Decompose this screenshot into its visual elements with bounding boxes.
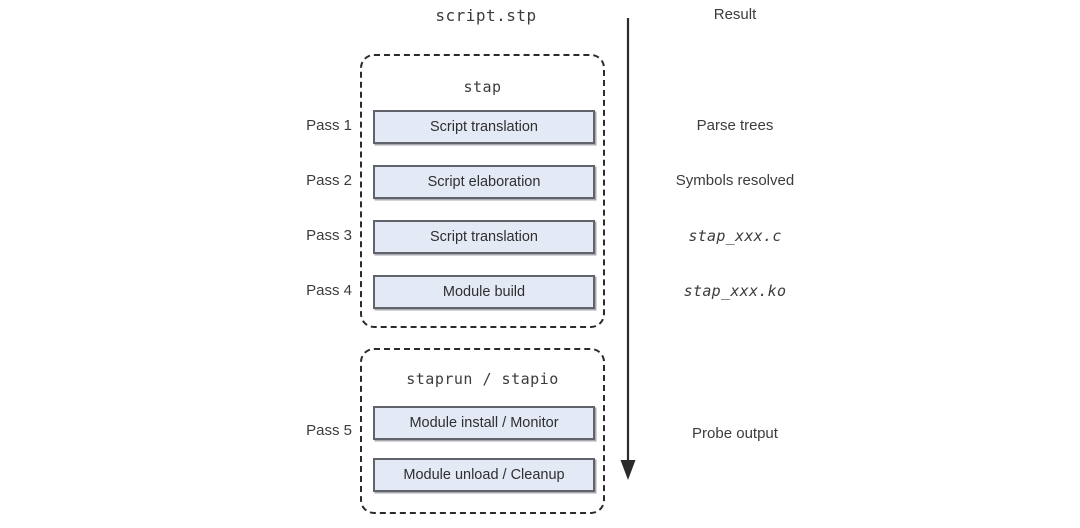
- stage-box-module-build[interactable]: Module build: [373, 275, 595, 309]
- diagram-canvas: script.stp Result stap staprun / stapio …: [0, 0, 1080, 528]
- result-column-title: Result: [713, 6, 757, 23]
- stage-box-module-unload-cleanup[interactable]: Module unload / Cleanup: [373, 458, 595, 492]
- downward-flow-arrow: [620, 18, 636, 480]
- result-label-1: Parse trees: [696, 117, 774, 134]
- stage-box-script-elaboration[interactable]: Script elaboration: [373, 165, 595, 199]
- pass-label-2-wrap: Pass 2: [230, 172, 352, 192]
- result-label-2: Symbols resolved: [675, 172, 795, 189]
- result-label-4: stap_xxx.ko: [683, 282, 787, 300]
- pass-label-4: Pass 4: [306, 282, 352, 299]
- stage-box-module-install-monitor[interactable]: Module install / Monitor: [373, 406, 595, 440]
- pass-label-5: Pass 5: [306, 422, 352, 439]
- pass-label-3: Pass 3: [306, 227, 352, 244]
- group-staprun-label: staprun / stapio: [406, 370, 559, 388]
- group-stap-label: stap: [463, 78, 502, 96]
- pass-label-1: Pass 1: [306, 117, 352, 134]
- pass-label-4-wrap: Pass 4: [230, 282, 352, 302]
- script-column-title: script.stp: [435, 6, 537, 25]
- pass-label-1-wrap: Pass 1: [230, 117, 352, 137]
- stage-box-script-translation-1[interactable]: Script translation: [373, 110, 595, 144]
- pass-label-2: Pass 2: [306, 172, 352, 189]
- pass-label-5-wrap: Pass 5: [230, 422, 352, 442]
- result-label-3: stap_xxx.c: [688, 227, 782, 245]
- stage-box-script-translation-2[interactable]: Script translation: [373, 220, 595, 254]
- pass-label-3-wrap: Pass 3: [230, 227, 352, 247]
- result-label-5: Probe output: [692, 425, 778, 442]
